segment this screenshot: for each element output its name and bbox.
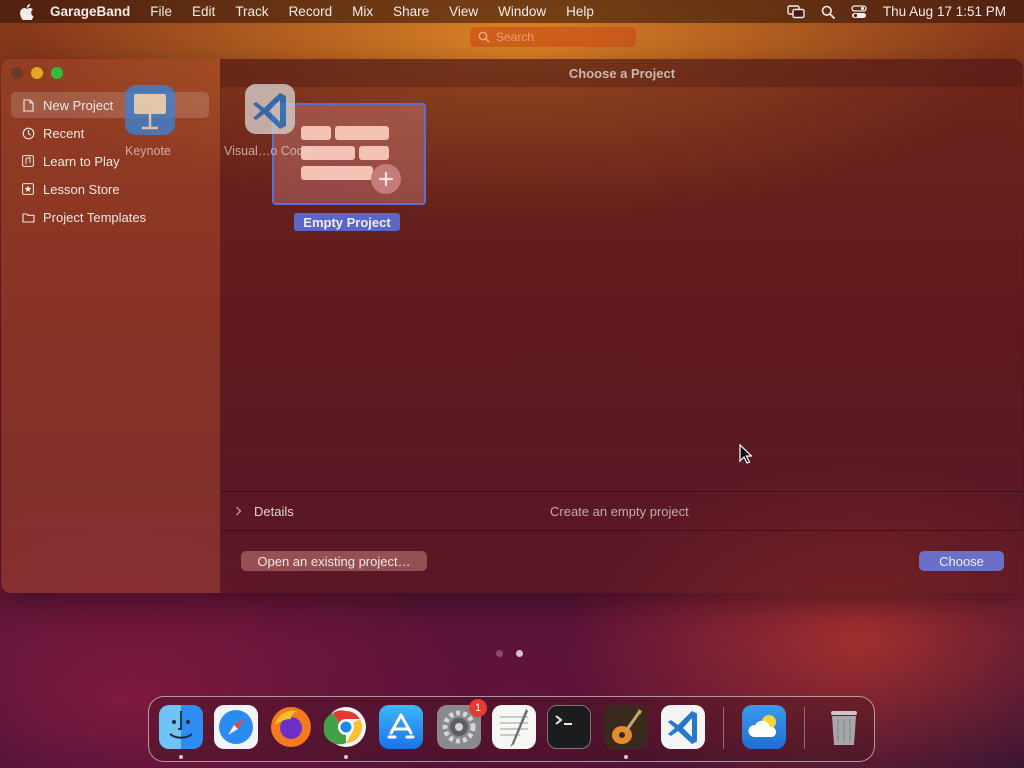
running-indicator <box>179 755 183 759</box>
menu-app-name[interactable]: GarageBand <box>50 4 130 19</box>
vscode-icon[interactable] <box>661 705 705 749</box>
content-pane: Choose a Project Empty Project Details C… <box>221 59 1023 593</box>
garageband-icon[interactable] <box>604 705 648 749</box>
sidebar-nav: New Project Recent Learn to Play Lesson … <box>11 92 209 232</box>
spotlight-search-icon[interactable] <box>821 5 835 19</box>
details-disclosure[interactable]: Details <box>235 500 294 522</box>
template-block <box>359 146 389 160</box>
dock-separator <box>804 707 805 749</box>
chevron-right-icon <box>235 506 242 516</box>
menu-record[interactable]: Record <box>289 4 333 19</box>
sidebar-item-label: New Project <box>43 97 114 113</box>
sidebar-item-label: Project Templates <box>43 209 147 225</box>
safari-icon[interactable] <box>214 705 258 749</box>
menu-bar: GarageBand File Edit Track Record Mix Sh… <box>0 0 1024 23</box>
empty-project-label[interactable]: Empty Project <box>294 213 400 231</box>
sidebar-item-new-project[interactable]: New Project <box>11 92 209 118</box>
divider <box>221 530 1023 531</box>
app-store-icon[interactable] <box>379 705 423 749</box>
sidebar-item-lesson-store[interactable]: Lesson Store <box>11 176 209 202</box>
menu-share[interactable]: Share <box>393 4 429 19</box>
sidebar-item-label: Learn to Play <box>43 153 120 169</box>
apple-menu-icon[interactable] <box>18 3 36 20</box>
spotlight-placeholder: Search <box>496 30 535 44</box>
minimize-window-button[interactable] <box>31 67 43 79</box>
menu-file[interactable]: File <box>150 4 172 19</box>
sidebar-item-project-templates[interactable]: Project Templates <box>11 204 209 230</box>
menu-window[interactable]: Window <box>498 4 546 19</box>
menu-edit[interactable]: Edit <box>192 4 215 19</box>
running-indicator <box>624 755 628 759</box>
menu-track[interactable]: Track <box>235 4 268 19</box>
page-dot[interactable] <box>496 650 503 657</box>
settings-gear-icon[interactable]: 1 <box>437 699 487 749</box>
page-indicator <box>496 650 536 657</box>
notification-badge: 1 <box>469 699 487 717</box>
page-dot-active[interactable] <box>516 650 523 657</box>
template-block <box>301 126 331 140</box>
document-icon <box>21 98 35 112</box>
screen-mirroring-icon[interactable] <box>787 4 805 19</box>
running-indicator <box>344 755 348 759</box>
sidebar-item-label: Lesson Store <box>43 181 120 197</box>
close-window-button[interactable] <box>11 67 23 79</box>
textedit-icon[interactable] <box>492 705 536 749</box>
menu-bar-clock[interactable]: Thu Aug 17 1:51 PM <box>883 4 1006 19</box>
spotlight-search-field[interactable]: Search <box>470 27 636 47</box>
star-icon <box>21 182 35 196</box>
menu-help[interactable]: Help <box>566 4 594 19</box>
template-block <box>301 166 373 180</box>
search-icon <box>478 31 490 43</box>
sidebar: New Project Recent Learn to Play Lesson … <box>1 59 221 593</box>
sidebar-item-recent[interactable]: Recent <box>11 120 209 146</box>
weather-icon[interactable] <box>742 705 786 749</box>
sidebar-item-learn-to-play[interactable]: Learn to Play <box>11 148 209 174</box>
control-center-icon[interactable] <box>851 4 867 19</box>
divider <box>221 491 1023 492</box>
music-note-icon <box>21 154 35 168</box>
details-label: Details <box>254 503 294 519</box>
template-description: Create an empty project <box>550 503 689 519</box>
template-block <box>335 126 389 140</box>
clock-icon <box>21 126 35 140</box>
window-title: Choose a Project <box>568 65 676 81</box>
folder-icon <box>21 210 35 224</box>
mouse-cursor-icon <box>739 443 753 469</box>
chrome-icon[interactable] <box>323 705 368 749</box>
ghost-label-keynote: Keynote <box>125 144 171 158</box>
trash-icon[interactable] <box>822 705 866 749</box>
zoom-window-button[interactable] <box>51 67 63 79</box>
open-existing-project-button[interactable]: Open an existing project… <box>241 551 427 571</box>
menu-view[interactable]: View <box>449 4 478 19</box>
vscode-icon <box>244 83 296 140</box>
menu-mix[interactable]: Mix <box>352 4 373 19</box>
window-controls <box>11 67 71 79</box>
terminal-icon[interactable] <box>547 705 591 749</box>
choose-button[interactable]: Choose <box>919 551 1004 571</box>
ghost-label-vscode: Visual…o Code <box>224 144 311 158</box>
dock-separator <box>723 707 724 749</box>
finder-icon[interactable] <box>159 705 203 749</box>
sidebar-item-label: Recent <box>43 125 85 141</box>
dock: 1 <box>148 696 875 762</box>
keynote-icon <box>124 84 176 141</box>
firefox-icon[interactable] <box>269 705 313 749</box>
plus-icon <box>371 164 401 194</box>
window-title-bar: Choose a Project <box>221 59 1023 87</box>
